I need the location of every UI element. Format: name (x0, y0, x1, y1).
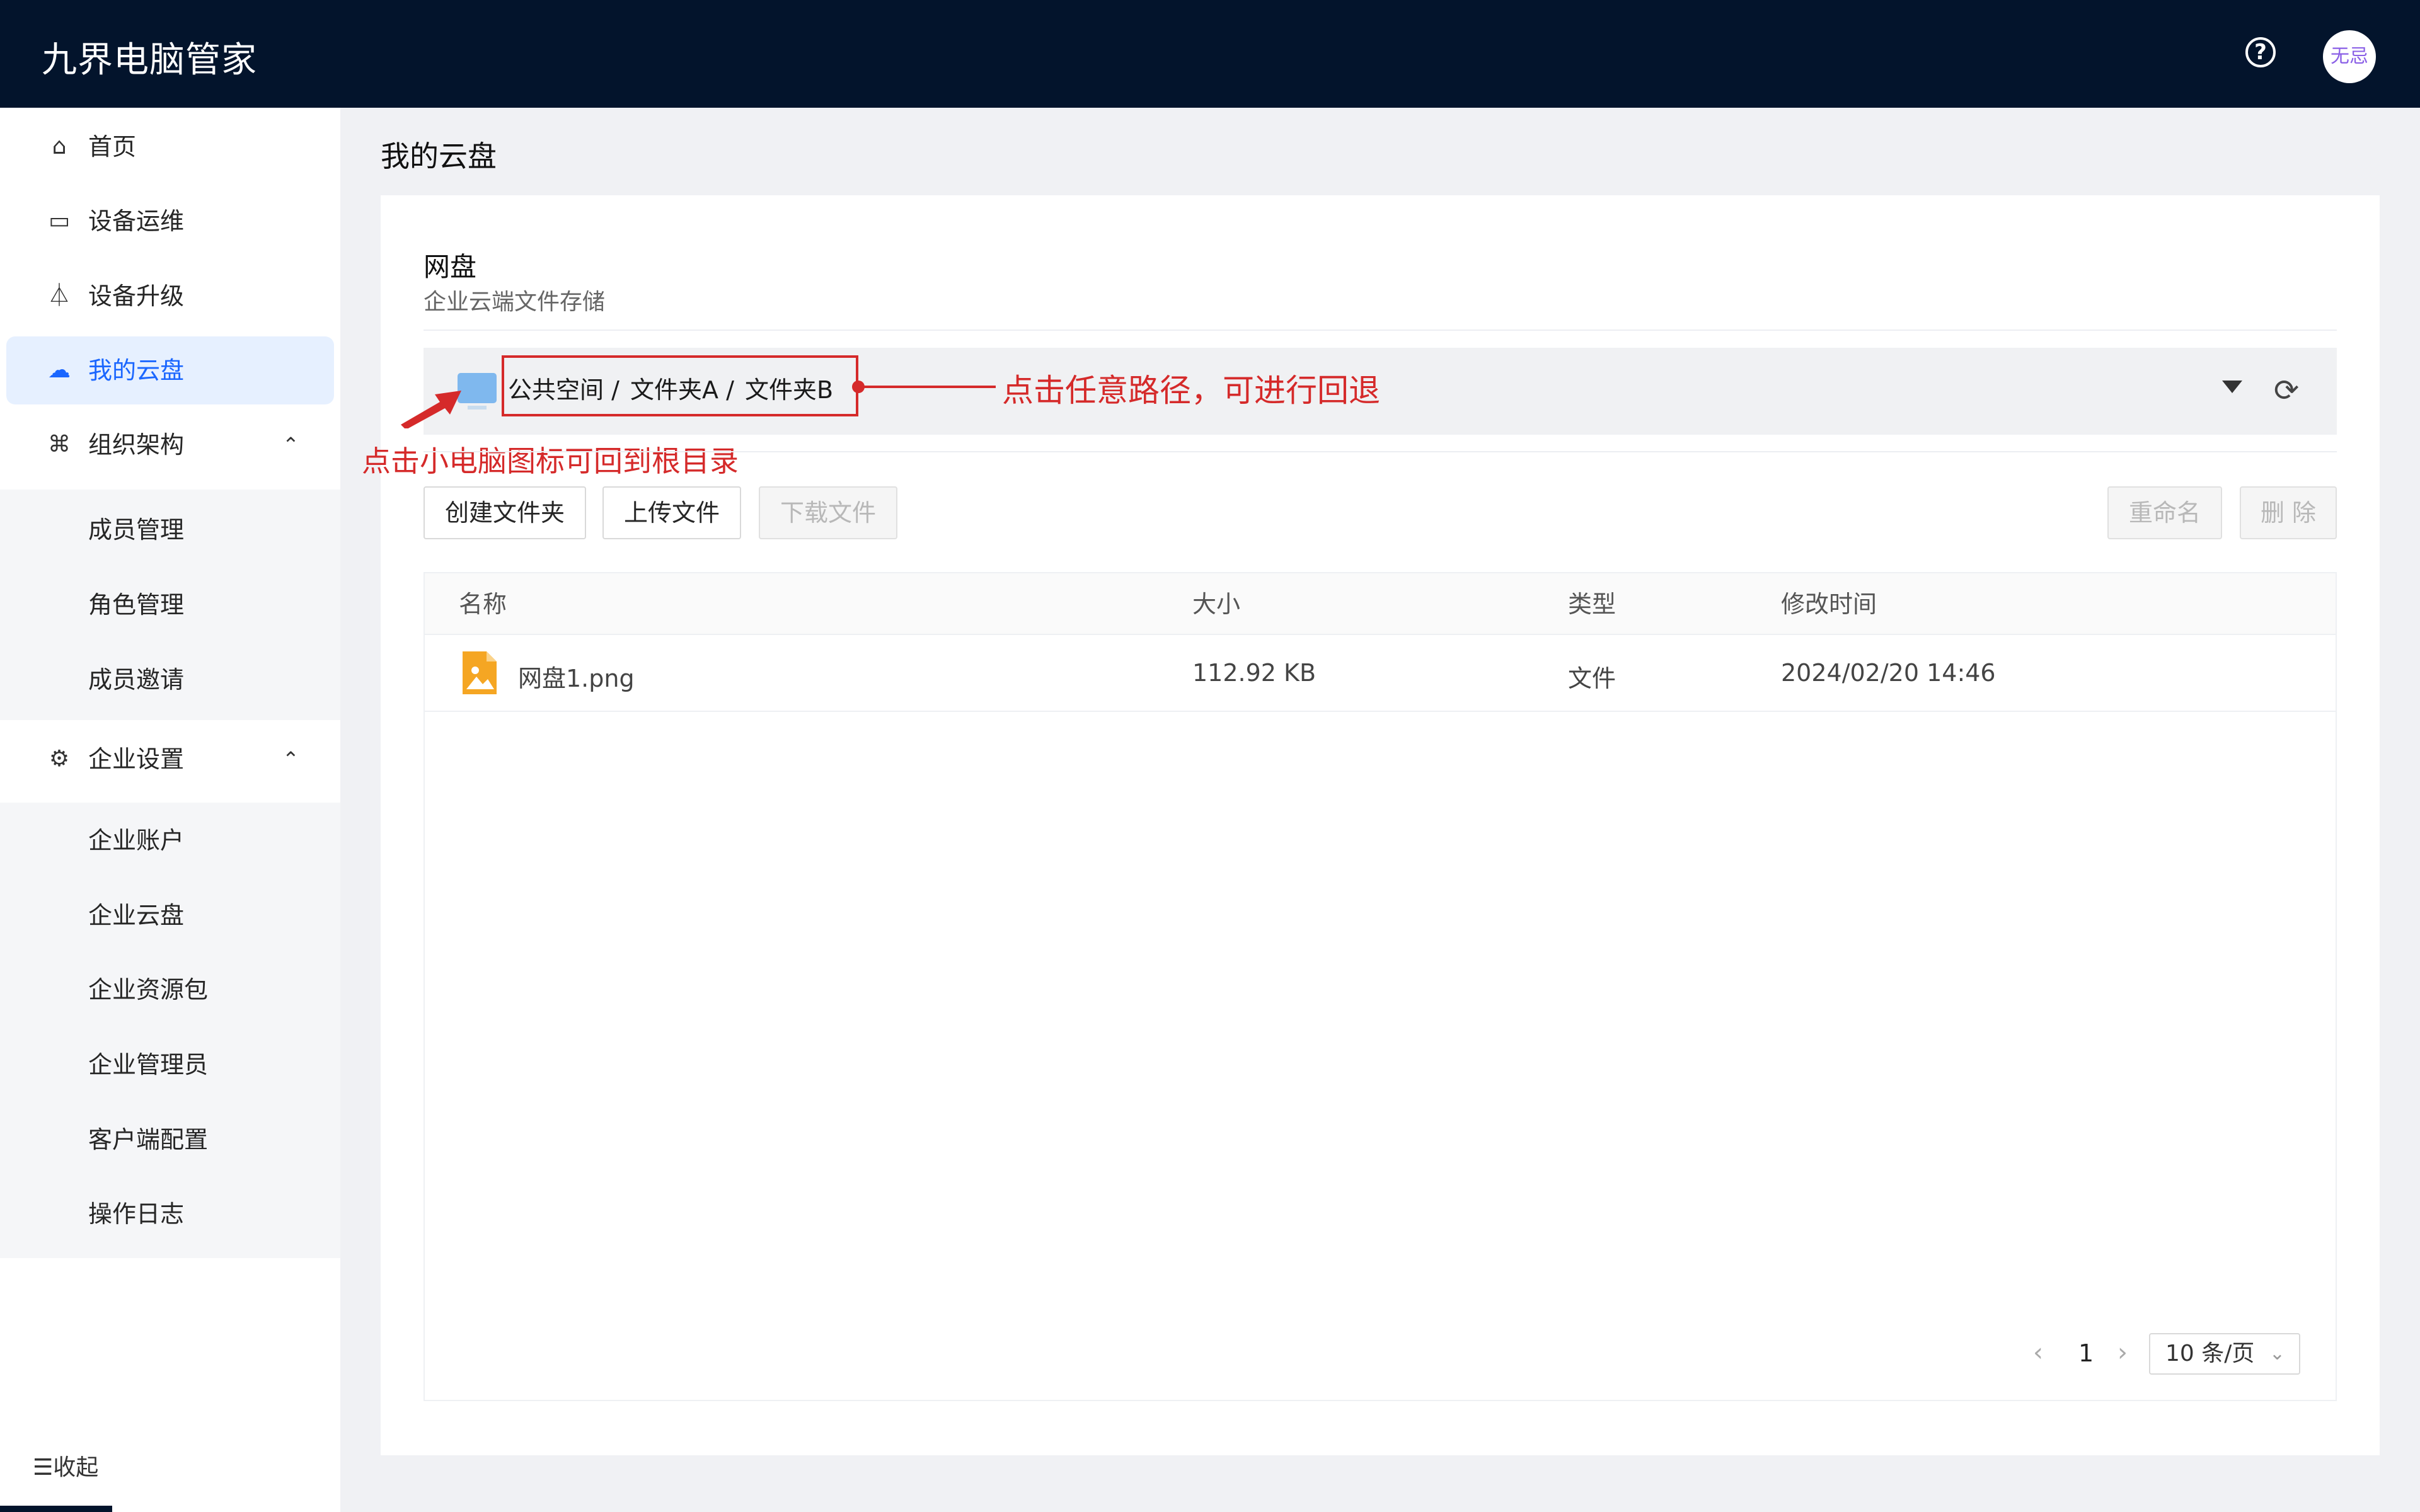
column-header-size[interactable]: 大小 (1192, 585, 1240, 619)
download-button[interactable]: 下载文件 (759, 486, 897, 539)
divider (424, 329, 2337, 331)
annotation-arrow-icon (401, 391, 461, 428)
chevron-up-icon: ⌃ (282, 433, 299, 457)
page-number[interactable]: 1 (2078, 1339, 2094, 1367)
sidebar-item-label: 我的云盘 (88, 357, 185, 384)
app-title: 九界电脑管家 (42, 40, 257, 81)
help-icon[interactable]: ? (2245, 37, 2276, 67)
sidebar-item-device-upgrade[interactable]: ⏃ 设备升级 (6, 262, 334, 330)
breadcrumb-folder-a[interactable]: 文件夹A / (630, 374, 734, 406)
column-header-name[interactable]: 名称 (459, 585, 507, 619)
sidebar-item-my-cloud[interactable]: ☁ 我的云盘 (6, 336, 334, 404)
image-file-icon (463, 651, 497, 694)
submenu-item-resource-pack[interactable]: 企业资源包 (88, 971, 208, 1009)
submenu-item-admins[interactable]: 企业管理员 (88, 1046, 208, 1084)
breadcrumb-folder-b[interactable]: 文件夹B (745, 374, 833, 406)
settings-submenu: 企业账户 企业云盘 企业资源包 企业管理员 客户端配置 操作日志 (0, 803, 340, 1258)
divider (424, 451, 2337, 452)
file-name[interactable]: 网盘1.png (518, 659, 635, 694)
delete-button[interactable]: 删 除 (2240, 486, 2337, 539)
org-chart-icon: ⌘ (48, 432, 71, 457)
next-page-icon[interactable]: › (2118, 1338, 2128, 1367)
card-subtitle: 企业云端文件存储 (424, 289, 606, 315)
flask-icon: ⏃ (47, 283, 71, 309)
home-icon: ⌂ (52, 134, 67, 159)
refresh-icon[interactable]: ⟳ (2271, 375, 2302, 406)
sidebar-item-label: 首页 (88, 133, 137, 161)
gear-icon: ⚙ (49, 746, 70, 772)
annotation-root-hint: 点击小电脑图标可回到根目录 (362, 444, 739, 478)
column-header-modified[interactable]: 修改时间 (1781, 585, 1877, 619)
sidebar-item-enterprise-settings[interactable]: ⚙ 企业设置 ⌃ (6, 725, 334, 793)
chevron-up-icon: ⌃ (282, 747, 299, 771)
file-type: 文件 (1568, 665, 1616, 692)
sidebar: ⌂ 首页 ▭ 设备运维 ⏃ 设备升级 ☁ 我的云盘 ⌘ 组织架构 ⌃ 成员管理 … (0, 108, 340, 1512)
sidebar-item-org[interactable]: ⌘ 组织架构 ⌃ (6, 411, 334, 479)
sidebar-item-label: 设备升级 (88, 282, 185, 310)
avatar[interactable]: 无忌 (2323, 30, 2376, 83)
chevron-down-icon: ⌄ (2269, 1343, 2285, 1365)
page-size-select[interactable]: 10 条/页 ⌄ (2149, 1333, 2300, 1375)
org-submenu: 成员管理 角色管理 成员邀请 (0, 490, 340, 720)
create-folder-button[interactable]: 创建文件夹 (424, 486, 586, 539)
column-header-type[interactable]: 类型 (1568, 585, 1616, 619)
collapse-button[interactable]: ☰收起 (33, 1449, 98, 1482)
card-title: 网盘 (424, 251, 477, 282)
page-title: 我的云盘 (381, 139, 497, 173)
annotation-path-hint: 点击任意路径，可进行回退 (1002, 372, 1380, 409)
submenu-item-cloud[interactable]: 企业云盘 (88, 896, 184, 934)
sidebar-item-label: 设备运维 (88, 207, 185, 235)
submenu-item-account[interactable]: 企业账户 (88, 822, 184, 859)
collapse-label: 收起 (53, 1455, 99, 1480)
page-size-value: 10 条/页 (2165, 1341, 2255, 1366)
menu-fold-icon: ☰ (33, 1455, 54, 1480)
annotation-line (858, 386, 996, 388)
rename-button[interactable]: 重命名 (2107, 486, 2222, 539)
sidebar-item-label: 企业设置 (88, 745, 185, 773)
table-row[interactable] (425, 634, 2336, 712)
caret-down-icon[interactable] (2222, 381, 2242, 393)
file-size: 112.92 KB (1192, 659, 1317, 687)
breadcrumb-public-space[interactable]: 公共空间 / (508, 374, 619, 406)
cloud-icon: ☁ (48, 357, 71, 383)
sidebar-item-home[interactable]: ⌂ 首页 (6, 113, 334, 181)
submenu-item-members[interactable]: 成员管理 (88, 511, 184, 549)
submenu-item-roles[interactable]: 角色管理 (88, 586, 184, 624)
table-header (425, 573, 2336, 635)
sidebar-item-label: 组织架构 (88, 431, 185, 459)
prev-page-icon[interactable]: ‹ (2033, 1338, 2043, 1367)
monitor-icon: ▭ (48, 208, 70, 234)
top-bar (0, 0, 2420, 108)
sidebar-item-device-ops[interactable]: ▭ 设备运维 (6, 187, 334, 255)
submenu-item-operation-log[interactable]: 操作日志 (88, 1195, 184, 1233)
file-modified: 2024/02/20 14:46 (1781, 659, 1996, 687)
computer-icon-stand (468, 406, 487, 410)
scroll-indicator (0, 1506, 112, 1512)
upload-button[interactable]: 上传文件 (602, 486, 741, 539)
submenu-item-client-config[interactable]: 客户端配置 (88, 1121, 208, 1159)
submenu-item-invites[interactable]: 成员邀请 (88, 661, 184, 699)
